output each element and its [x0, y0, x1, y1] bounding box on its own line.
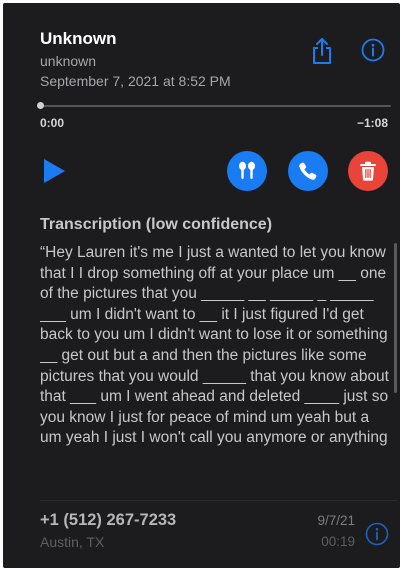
voicemail-date: 9/7/21 — [317, 513, 355, 528]
airpods-icon — [239, 161, 255, 179]
transcription-heading: Transcription (low confidence) — [40, 216, 273, 233]
phone-icon — [299, 162, 317, 180]
voicemail-duration: 00:19 — [321, 534, 355, 549]
play-icon — [44, 159, 65, 183]
share-icon — [313, 38, 331, 64]
elapsed-time: 0:00 — [40, 116, 65, 130]
caller-label: unknown — [40, 53, 97, 69]
caller-location: Austin, TX — [40, 534, 105, 550]
scrubber-handle[interactable] — [37, 102, 44, 109]
phone-number[interactable]: +1 (512) 267-7233 — [40, 511, 176, 530]
share-button[interactable] — [309, 36, 335, 66]
row-info-button[interactable] — [365, 522, 389, 546]
info-button[interactable] — [361, 38, 385, 62]
call-back-button[interactable] — [288, 151, 328, 191]
play-button[interactable] — [41, 157, 67, 185]
info-circle-icon — [361, 38, 385, 62]
delete-button[interactable] — [348, 151, 388, 191]
transcription-text: “Hey Lauren it's me I just a wanted to l… — [40, 244, 389, 447]
playback-scrubber[interactable] — [40, 105, 391, 107]
trash-icon — [360, 161, 376, 181]
scrollbar[interactable] — [394, 243, 397, 393]
remaining-time: −1:08 — [356, 116, 388, 130]
caller-name: Unknown — [40, 29, 117, 48]
divider — [40, 500, 397, 501]
audio-output-button[interactable] — [227, 151, 267, 191]
voicemail-detail-panel: Unknown unknown September 7, 2021 at 8:5… — [3, 3, 400, 568]
info-circle-icon — [365, 522, 389, 546]
voicemail-datetime: September 7, 2021 at 8:52 PM — [40, 73, 231, 89]
